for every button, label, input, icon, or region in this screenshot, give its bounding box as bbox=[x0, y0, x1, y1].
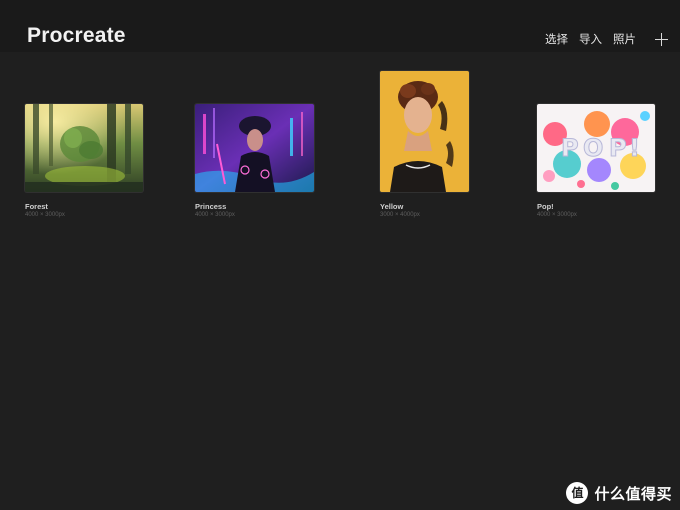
top-bar: Procreate 选择 导入 照片 bbox=[0, 0, 680, 52]
svg-text:P: P bbox=[609, 134, 627, 162]
artwork-size: 3000 × 4000px bbox=[380, 212, 420, 218]
artwork-thumbnail[interactable]: P O P ! bbox=[537, 104, 655, 192]
svg-text:P: P bbox=[561, 134, 579, 162]
princess-illustration bbox=[195, 104, 314, 192]
artwork-name: Pop! bbox=[537, 202, 554, 211]
header-actions: 选择 导入 照片 bbox=[534, 28, 668, 50]
artwork-thumbnail[interactable] bbox=[380, 71, 469, 192]
procreate-gallery: Procreate 选择 导入 照片 Forest 4000 × 3000px … bbox=[0, 0, 680, 510]
app-title: Procreate bbox=[27, 24, 126, 47]
watermark-text: 什么值得买 bbox=[594, 484, 672, 503]
artwork-thumbnail[interactable] bbox=[25, 104, 143, 192]
svg-text:O: O bbox=[583, 134, 603, 162]
select-button[interactable]: 选择 bbox=[545, 28, 568, 50]
value-icon: 值 bbox=[566, 482, 589, 504]
artwork-name: Princess bbox=[195, 202, 227, 211]
artwork-size: 4000 × 3000px bbox=[195, 212, 235, 218]
forest-illustration bbox=[25, 104, 143, 192]
artwork-name: Forest bbox=[25, 202, 48, 211]
artwork-size: 4000 × 3000px bbox=[25, 212, 65, 218]
artwork-thumbnail[interactable] bbox=[195, 104, 314, 192]
watermark-icon-glyph: 值 bbox=[571, 486, 584, 500]
svg-text:!: ! bbox=[629, 134, 640, 162]
plus-icon[interactable] bbox=[655, 32, 668, 46]
artwork-name: Yellow bbox=[380, 202, 404, 211]
watermark: 值 什么值得买 bbox=[566, 482, 672, 504]
photo-button[interactable]: 照片 bbox=[613, 28, 636, 50]
yellow-portrait-illustration bbox=[380, 71, 469, 192]
import-button[interactable]: 导入 bbox=[579, 28, 602, 50]
artwork-size: 4000 × 3000px bbox=[537, 212, 577, 218]
pop-illustration: P O P ! bbox=[537, 104, 655, 192]
